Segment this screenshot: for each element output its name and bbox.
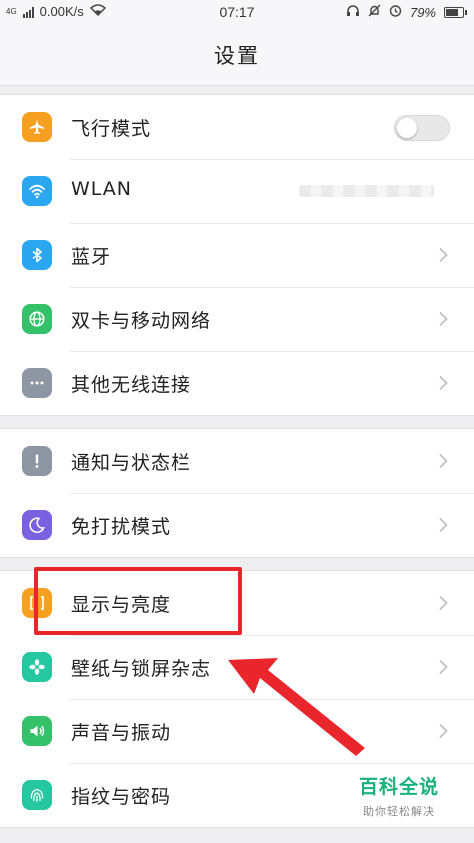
settings-row-label: 通知与状态栏	[71, 452, 192, 474]
more-dots-icon	[22, 368, 52, 398]
row-divider	[70, 223, 474, 224]
airplane-mode-toggle[interactable]	[394, 115, 450, 141]
status-bar: 4G 0.00K/s 07:17 79%	[0, 0, 474, 24]
alarm-icon	[389, 4, 402, 20]
wlan-network-name-blurred	[299, 185, 434, 197]
settings-row[interactable]: 免打扰模式	[0, 493, 474, 557]
row-divider	[70, 351, 474, 352]
settings-row[interactable]: 飞行模式	[0, 95, 474, 159]
watermark: 百科全说 助你轻松解决	[338, 764, 460, 826]
title-bar: 设置	[0, 24, 474, 86]
chevron-right-icon	[438, 595, 448, 611]
toggle-knob	[397, 118, 417, 138]
settings-row-label: 双卡与移动网络	[71, 310, 212, 332]
settings-row-label: 声音与振动	[71, 722, 172, 744]
flower-icon	[22, 652, 52, 682]
chevron-right-icon	[438, 659, 448, 675]
airplane-icon	[22, 112, 52, 142]
watermark-title: 百科全说	[358, 776, 439, 798]
status-right: 79%	[346, 4, 467, 20]
chevron-right-icon	[438, 723, 448, 739]
settings-row[interactable]: 蓝牙	[0, 223, 474, 287]
fingerprint-icon	[22, 780, 52, 810]
settings-row-label: WLAN	[71, 178, 133, 200]
settings-row[interactable]: 双卡与移动网络	[0, 287, 474, 351]
battery-icon	[444, 6, 467, 18]
watermark-subtitle: 助你轻松解决	[363, 805, 435, 818]
settings-row-label: 蓝牙	[71, 246, 112, 268]
speaker-icon	[22, 716, 52, 746]
settings-row-label: 壁纸与锁屏杂志	[71, 658, 212, 680]
moon-icon	[22, 510, 52, 540]
settings-row-label: 飞行模式	[71, 118, 152, 140]
settings-group-notifications: 通知与状态栏 免打扰模式	[0, 428, 474, 558]
chevron-right-icon	[438, 453, 448, 469]
chevron-right-icon	[438, 517, 448, 533]
wifi-icon	[22, 176, 52, 206]
chevron-right-icon	[438, 247, 448, 263]
mute-bell-icon	[368, 4, 381, 20]
headset-icon	[346, 4, 360, 20]
settings-row-label: 免打扰模式	[71, 516, 172, 538]
settings-group-network: 飞行模式 WLAN 蓝牙双卡与移动网络 其他无线连接	[0, 94, 474, 416]
battery-percent: 79%	[409, 4, 436, 20]
red-arrow-annotation	[228, 658, 365, 756]
bluetooth-icon	[22, 240, 52, 270]
chevron-right-icon	[438, 375, 448, 391]
chevron-right-icon	[438, 311, 448, 327]
globe-icon	[22, 304, 52, 334]
exclamation-icon	[22, 446, 52, 476]
row-divider	[70, 493, 474, 494]
settings-row[interactable]: 通知与状态栏	[0, 429, 474, 493]
row-divider	[70, 287, 474, 288]
page-title: 设置	[214, 43, 260, 68]
row-divider	[70, 159, 474, 160]
settings-row[interactable]: 其他无线连接	[0, 351, 474, 415]
row-divider	[70, 635, 474, 636]
settings-row-label: 其他无线连接	[71, 374, 192, 396]
settings-row[interactable]: WLAN	[0, 159, 474, 223]
settings-row-label: 指纹与密码	[71, 786, 172, 808]
highlight-box	[34, 567, 242, 635]
